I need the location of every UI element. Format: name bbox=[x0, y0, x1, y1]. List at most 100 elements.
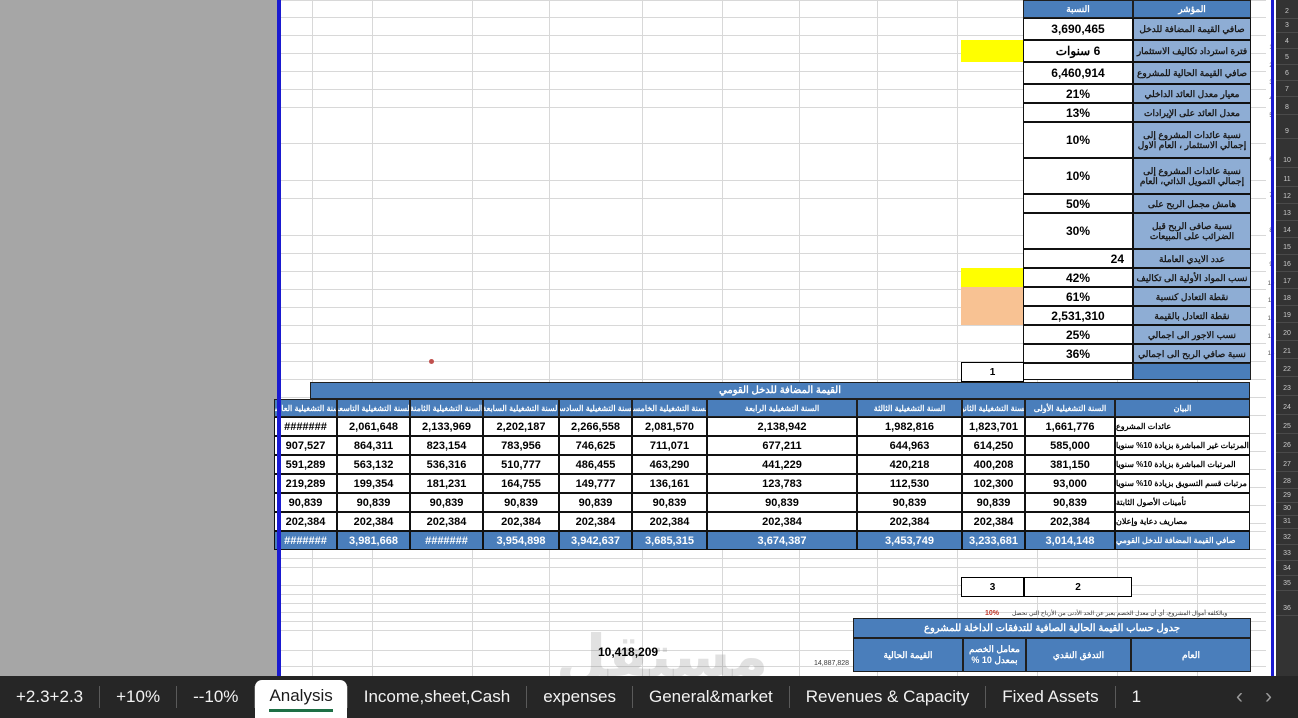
value-added-cell[interactable]: 199,354 bbox=[337, 474, 410, 493]
value-added-cell[interactable]: 90,839 bbox=[632, 493, 707, 512]
value-added-cell[interactable]: 90,839 bbox=[274, 493, 337, 512]
value-added-cell[interactable]: 2,266,558 bbox=[559, 417, 632, 436]
value-added-cell[interactable]: 1,823,701 bbox=[962, 417, 1025, 436]
value-added-cell[interactable]: 510,777 bbox=[483, 455, 559, 474]
chevron-right-icon[interactable]: › bbox=[1265, 685, 1272, 709]
value-added-cell[interactable]: 90,839 bbox=[857, 493, 962, 512]
value-added-total-cell[interactable]: 3,674,387 bbox=[707, 531, 857, 550]
indicator-value[interactable]: 10% bbox=[1023, 122, 1133, 158]
sheet-tab-10[interactable]: --10% bbox=[177, 676, 254, 718]
value-added-cell[interactable]: 486,455 bbox=[559, 455, 632, 474]
value-added-cell[interactable]: 202,384 bbox=[857, 512, 962, 531]
row-number[interactable]: 24 bbox=[1276, 404, 1298, 412]
row-number[interactable]: 8 bbox=[1276, 104, 1298, 112]
value-added-total-cell[interactable]: ####### bbox=[274, 531, 337, 550]
indicator-value[interactable]: 24 bbox=[1023, 249, 1133, 268]
value-added-cell[interactable]: 907,527 bbox=[274, 436, 337, 455]
value-added-cell[interactable]: 614,250 bbox=[962, 436, 1025, 455]
value-added-cell[interactable]: 202,384 bbox=[483, 512, 559, 531]
value-added-cell[interactable]: 164,755 bbox=[483, 474, 559, 493]
indicator-value[interactable]: 3,690,465 bbox=[1023, 18, 1133, 40]
row-number[interactable]: 30 bbox=[1276, 505, 1298, 513]
row-number[interactable]: 32 bbox=[1276, 534, 1298, 542]
indicator-value[interactable]: 50% bbox=[1023, 194, 1133, 213]
value-added-cell[interactable]: 591,289 bbox=[274, 455, 337, 474]
value-added-total-cell[interactable]: ####### bbox=[410, 531, 483, 550]
sheet-tab-revenues-capacity[interactable]: Revenues & Capacity bbox=[790, 676, 985, 718]
indicator-value[interactable]: 25% bbox=[1023, 325, 1133, 344]
value-added-cell[interactable]: 864,311 bbox=[337, 436, 410, 455]
value-added-cell[interactable]: 102,300 bbox=[962, 474, 1025, 493]
stray-cell-3[interactable]: 3 bbox=[961, 577, 1024, 597]
value-added-cell[interactable]: 2,138,942 bbox=[707, 417, 857, 436]
indicator-value[interactable] bbox=[1023, 363, 1133, 380]
row-number[interactable]: 33 bbox=[1276, 550, 1298, 558]
row-number[interactable]: 31 bbox=[1276, 518, 1298, 526]
row-number[interactable]: 3 bbox=[1276, 22, 1298, 30]
indicator-value[interactable]: 36% bbox=[1023, 344, 1133, 363]
value-added-cell[interactable]: 202,384 bbox=[962, 512, 1025, 531]
row-number[interactable]: 28 bbox=[1276, 478, 1298, 486]
indicator-value[interactable]: 6 سنوات bbox=[1023, 40, 1133, 62]
row-number[interactable]: 17 bbox=[1276, 278, 1298, 286]
row-number[interactable]: 25 bbox=[1276, 423, 1298, 431]
row-number[interactable]: 27 bbox=[1276, 461, 1298, 469]
value-added-cell[interactable]: 202,384 bbox=[1025, 512, 1115, 531]
value-added-cell[interactable]: 783,956 bbox=[483, 436, 559, 455]
stray-cell-1[interactable]: 1 bbox=[961, 362, 1024, 382]
row-number[interactable]: 16 bbox=[1276, 261, 1298, 269]
row-number[interactable]: 36 bbox=[1276, 605, 1298, 613]
value-added-cell[interactable]: 90,839 bbox=[337, 493, 410, 512]
value-added-cell[interactable]: 202,384 bbox=[559, 512, 632, 531]
value-added-cell[interactable]: 2,061,648 bbox=[337, 417, 410, 436]
value-added-cell[interactable]: 420,218 bbox=[857, 455, 962, 474]
value-added-cell[interactable]: 1,982,816 bbox=[857, 417, 962, 436]
row-number[interactable]: 19 bbox=[1276, 312, 1298, 320]
indicator-value[interactable]: 10% bbox=[1023, 158, 1133, 194]
value-added-cell[interactable]: 93,000 bbox=[1025, 474, 1115, 493]
value-added-cell[interactable]: 181,231 bbox=[410, 474, 483, 493]
value-added-cell[interactable]: 112,530 bbox=[857, 474, 962, 493]
row-number[interactable]: 29 bbox=[1276, 492, 1298, 500]
value-added-cell[interactable]: 463,290 bbox=[632, 455, 707, 474]
row-number[interactable]: 21 bbox=[1276, 348, 1298, 356]
value-added-cell[interactable]: 563,132 bbox=[337, 455, 410, 474]
indicator-value[interactable]: 42% bbox=[1023, 268, 1133, 287]
indicator-value[interactable]: 13% bbox=[1023, 103, 1133, 122]
value-added-cell[interactable]: 90,839 bbox=[707, 493, 857, 512]
value-added-cell[interactable]: 123,783 bbox=[707, 474, 857, 493]
value-added-cell[interactable]: 90,839 bbox=[1025, 493, 1115, 512]
value-added-cell[interactable]: 90,839 bbox=[483, 493, 559, 512]
sheet-tab-analysis[interactable]: Analysis bbox=[255, 680, 347, 718]
value-added-cell[interactable]: 219,289 bbox=[274, 474, 337, 493]
value-added-cell[interactable]: 202,384 bbox=[274, 512, 337, 531]
value-added-cell[interactable]: 1,661,776 bbox=[1025, 417, 1115, 436]
row-number[interactable]: 10 bbox=[1276, 157, 1298, 165]
value-added-cell[interactable]: 746,625 bbox=[559, 436, 632, 455]
tab-navigation-arrows[interactable]: ‹ › bbox=[1236, 685, 1298, 709]
value-added-total-cell[interactable]: 3,685,315 bbox=[632, 531, 707, 550]
value-added-cell[interactable]: 149,777 bbox=[559, 474, 632, 493]
value-added-cell[interactable]: 2,202,187 bbox=[483, 417, 559, 436]
indicator-value[interactable]: 6,460,914 bbox=[1023, 62, 1133, 84]
value-added-cell[interactable]: 823,154 bbox=[410, 436, 483, 455]
row-number[interactable]: 11 bbox=[1276, 176, 1298, 184]
value-added-cell[interactable]: 381,150 bbox=[1025, 455, 1115, 474]
chevron-left-icon[interactable]: ‹ bbox=[1236, 685, 1243, 709]
row-number[interactable]: 22 bbox=[1276, 366, 1298, 374]
value-added-cell[interactable]: 202,384 bbox=[410, 512, 483, 531]
sheet-tab-income-sheet-cash[interactable]: Income,sheet,Cash bbox=[348, 676, 526, 718]
value-added-cell[interactable]: 400,208 bbox=[962, 455, 1025, 474]
value-added-cell[interactable]: ####### bbox=[274, 417, 337, 436]
sheet-tab-fixed-assets[interactable]: Fixed Assets bbox=[986, 676, 1114, 718]
value-added-cell[interactable]: 202,384 bbox=[632, 512, 707, 531]
row-number[interactable]: 20 bbox=[1276, 330, 1298, 338]
row-number[interactable]: 7 bbox=[1276, 86, 1298, 94]
sheet-tab-bar[interactable]: +2.3+2.3 +10% --10% Analysis Income,sheet,Ca… bbox=[0, 676, 1298, 718]
value-added-cell[interactable]: 136,161 bbox=[632, 474, 707, 493]
value-added-total-cell[interactable]: 3,954,898 bbox=[483, 531, 559, 550]
value-added-total-cell[interactable]: 3,942,637 bbox=[559, 531, 632, 550]
value-added-cell[interactable]: 711,071 bbox=[632, 436, 707, 455]
row-number[interactable]: 35 bbox=[1276, 580, 1298, 588]
value-added-total-cell[interactable]: 3,233,681 bbox=[962, 531, 1025, 550]
